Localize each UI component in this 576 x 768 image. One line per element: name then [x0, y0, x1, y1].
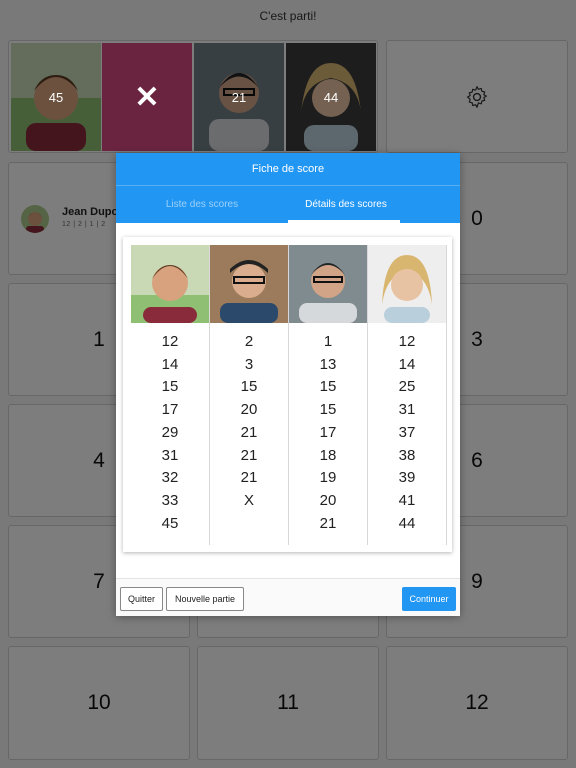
modal-header: Fiche de score Liste des scores Détails … [116, 153, 460, 223]
score-value: 14 [398, 355, 416, 373]
score-value: 20 [240, 401, 258, 419]
player-photo [368, 245, 446, 323]
score-value: 1 [323, 333, 333, 350]
score-value: 15 [319, 401, 337, 419]
score-value: 33 [161, 491, 179, 509]
score-value: 38 [398, 446, 416, 464]
score-value: 17 [319, 423, 337, 441]
quit-button[interactable]: Quitter [120, 587, 163, 611]
score-value: 17 [161, 401, 179, 419]
score-value: 41 [398, 491, 416, 509]
score-column-1: 12 14 15 17 29 31 32 33 45 [131, 245, 210, 545]
score-value: 32 [161, 469, 179, 487]
score-value: 31 [398, 401, 416, 419]
player-photo [210, 245, 288, 323]
score-value: 21 [319, 514, 337, 532]
score-value: 21 [240, 469, 258, 487]
score-value: 25 [398, 378, 416, 396]
modal-footer: Quitter Nouvelle partie Continuer [116, 578, 460, 616]
score-value: 19 [319, 469, 337, 487]
new-game-button[interactable]: Nouvelle partie [166, 587, 244, 611]
score-column-4: 12 14 25 31 37 38 39 41 44 [368, 245, 447, 545]
score-value: 3 [244, 355, 254, 373]
score-value: 12 [161, 333, 179, 350]
score-sheet-modal: Fiche de score Liste des scores Détails … [116, 153, 460, 616]
score-value: 44 [398, 514, 416, 532]
tab-score-details[interactable]: Détails des scores [288, 186, 404, 223]
score-value: 21 [240, 423, 258, 441]
score-column-3: 1 13 15 15 17 18 19 20 21 [289, 245, 368, 545]
score-value: 29 [161, 423, 179, 441]
score-value: 14 [161, 355, 179, 373]
score-value: 13 [319, 355, 337, 373]
score-column-2: 2 3 15 20 21 21 21 X [210, 245, 289, 545]
active-tab-indicator [288, 220, 400, 223]
score-value: 45 [161, 514, 179, 532]
score-value: 12 [398, 333, 416, 350]
score-value: 15 [319, 378, 337, 396]
player-photo [131, 245, 209, 323]
score-value: 37 [398, 423, 416, 441]
player-tile-score: 21 [231, 89, 247, 105]
score-value: 18 [319, 446, 337, 464]
score-value: 39 [398, 469, 416, 487]
player-tile-score: 45 [48, 89, 64, 105]
modal-title: Fiche de score [116, 153, 460, 186]
player-photo [289, 245, 367, 323]
score-value: 31 [161, 446, 179, 464]
close-icon: ✕ [134, 80, 160, 114]
score-value: 20 [319, 491, 337, 509]
continue-button[interactable]: Continuer [402, 587, 456, 611]
app-root: C'est parti! 45 ✕ 21 [0, 0, 576, 768]
score-value: 15 [161, 378, 179, 396]
score-details-card: 12 14 15 17 29 31 32 33 45 2 3 15 20 21 21 21 X [123, 237, 452, 552]
tab-score-list[interactable]: Liste des scores [116, 186, 288, 223]
score-value: 21 [240, 446, 258, 464]
score-value: 2 [244, 333, 254, 350]
score-value: 15 [240, 378, 258, 396]
player-tile-score: 44 [323, 89, 339, 105]
score-value: X [243, 491, 254, 509]
